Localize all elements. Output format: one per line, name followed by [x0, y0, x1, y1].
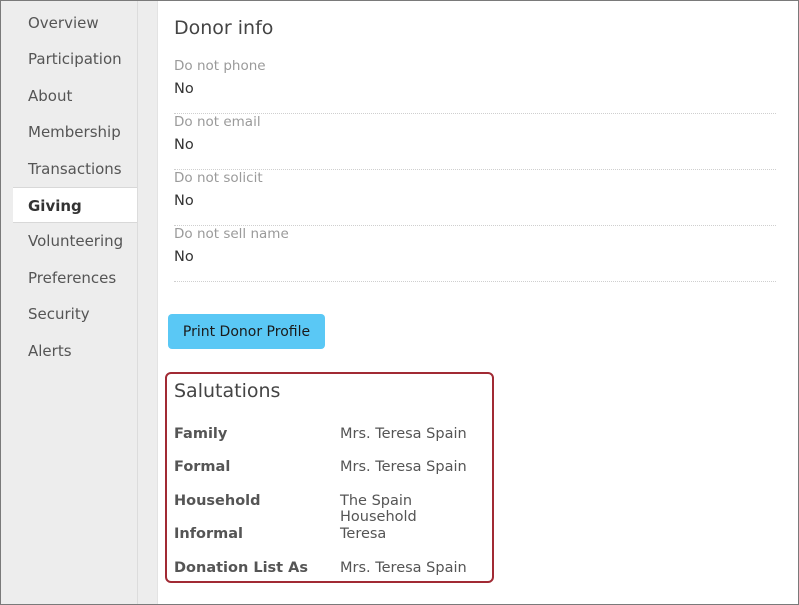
field-label: Do not sell name — [174, 226, 289, 242]
field-value: No — [174, 249, 194, 265]
salutation-row-donation-list-as: Donation List As Mrs. Teresa Spain — [174, 560, 490, 580]
salutation-row-household: Household The Spain Household — [174, 493, 490, 525]
field-do-not-phone: Do not phone No — [174, 58, 776, 114]
sidebar-item-volunteering[interactable]: Volunteering — [1, 223, 137, 259]
field-do-not-email: Do not email No — [174, 114, 776, 170]
sidebar-item-alerts[interactable]: Alerts — [1, 333, 137, 369]
salutation-value: Mrs. Teresa Spain — [340, 560, 467, 576]
salutation-label: Donation List As — [174, 560, 309, 576]
sidebar-item-transactions[interactable]: Transactions — [1, 151, 137, 187]
salutation-label: Household — [174, 493, 261, 509]
salutation-row-formal: Formal Mrs. Teresa Spain — [174, 459, 490, 479]
salutation-row-informal: Informal Teresa — [174, 526, 490, 546]
salutation-value: Mrs. Teresa Spain — [340, 459, 467, 475]
field-label: Do not solicit — [174, 170, 263, 186]
salutation-row-family: Family Mrs. Teresa Spain — [174, 426, 490, 446]
sidebar-item-giving[interactable]: Giving — [13, 186, 137, 224]
app-frame: Overview Participation About Membership … — [0, 0, 799, 605]
field-label: Do not email — [174, 114, 261, 130]
sidebar-nav: Overview Participation About Membership … — [1, 5, 137, 369]
donor-info-title: Donor info — [174, 17, 274, 39]
salutations-panel: Salutations Family Mrs. Teresa Spain For… — [165, 372, 494, 583]
field-value: No — [174, 81, 194, 97]
main-content: Donor info Do not phone No Do not email … — [157, 1, 798, 604]
sidebar-item-overview[interactable]: Overview — [1, 5, 137, 41]
sidebar-item-about[interactable]: About — [1, 78, 137, 114]
salutations-title: Salutations — [174, 380, 281, 402]
salutation-value: Mrs. Teresa Spain — [340, 426, 467, 442]
sidebar-item-membership[interactable]: Membership — [1, 114, 137, 150]
sidebar-item-participation[interactable]: Participation — [1, 41, 137, 77]
field-do-not-sell-name: Do not sell name No — [174, 226, 776, 282]
salutation-label: Family — [174, 426, 228, 442]
sidebar-item-security[interactable]: Security — [1, 296, 137, 332]
field-label: Do not phone — [174, 58, 266, 74]
sidebar-item-preferences[interactable]: Preferences — [1, 260, 137, 296]
salutation-label: Informal — [174, 526, 244, 542]
salutation-label: Formal — [174, 459, 231, 475]
field-do-not-solicit: Do not solicit No — [174, 170, 776, 226]
salutation-value: Teresa — [340, 526, 387, 542]
field-value: No — [174, 193, 194, 209]
field-value: No — [174, 137, 194, 153]
print-donor-profile-button[interactable]: Print Donor Profile — [168, 314, 325, 349]
salutation-value: The Spain Household — [340, 493, 417, 525]
sidebar: Overview Participation About Membership … — [1, 1, 138, 604]
